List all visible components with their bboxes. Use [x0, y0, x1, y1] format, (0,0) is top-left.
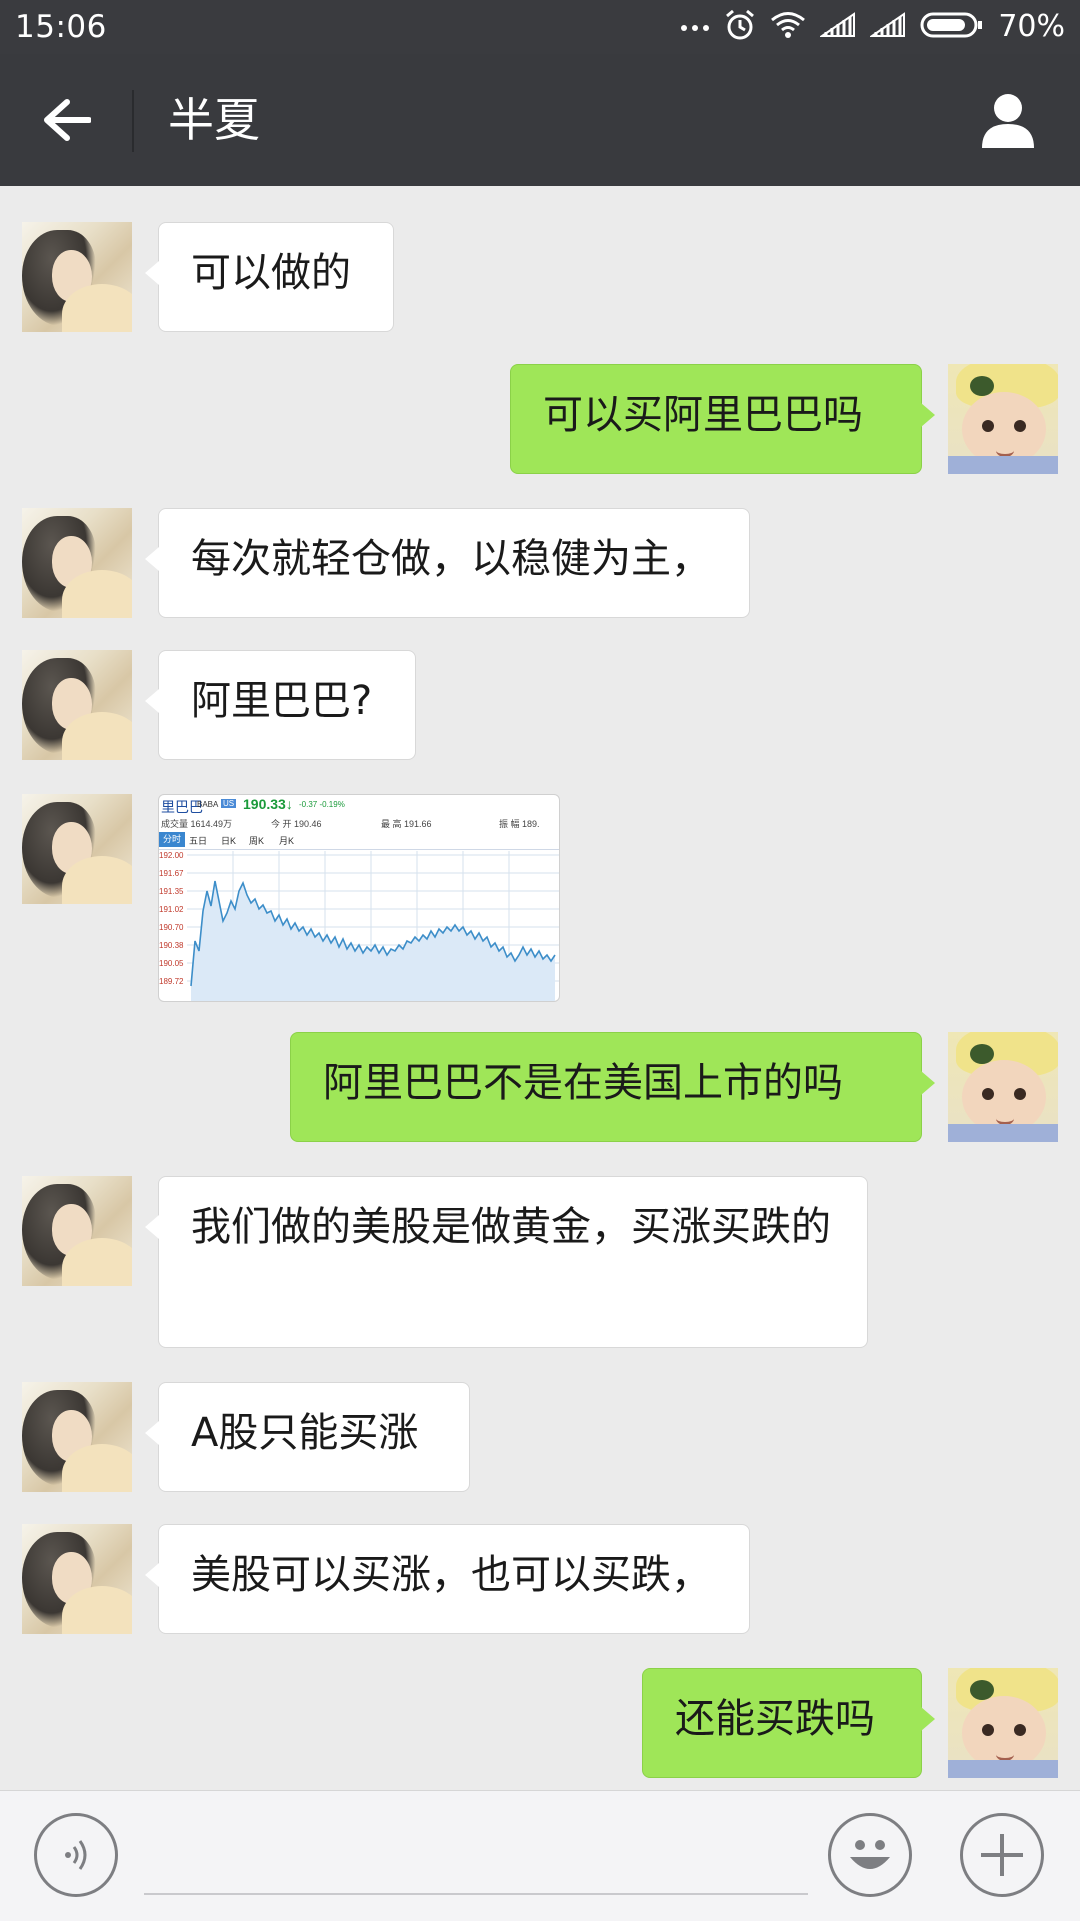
chat-messages[interactable]: 可以做的 可以买阿里巴巴吗 每次就轻仓做，以稳健为主， 阿里巴巴? 里巴巴 BA… — [0, 186, 1080, 1790]
stock-intraday-chart — [187, 851, 559, 1001]
message-bubble-incoming[interactable]: A股只能买涨 — [145, 1382, 470, 1492]
message-bubble-incoming[interactable]: 美股可以买涨，也可以买跌， — [145, 1524, 750, 1634]
message-bubble-outgoing[interactable]: 还能买跌吗 — [642, 1668, 935, 1778]
message-bubble-incoming[interactable]: 每次就轻仓做，以稳健为主， — [145, 508, 750, 618]
voice-icon — [65, 1840, 87, 1870]
stock-y-axis: 192.00 191.67 191.35 191.02 190.70 190.3… — [159, 851, 189, 1001]
contact-avatar[interactable] — [22, 508, 132, 618]
status-icons: 70% — [680, 0, 1065, 54]
signal-icon-2 — [869, 12, 906, 42]
message-bubble-outgoing[interactable]: 阿里巴巴不是在美国上市的吗 — [290, 1032, 935, 1142]
voice-button[interactable] — [34, 1813, 118, 1897]
battery-percent: 70% — [998, 9, 1065, 44]
profile-button[interactable] — [976, 88, 1040, 152]
emoji-button[interactable] — [828, 1813, 912, 1897]
stock-market-tag: US — [221, 799, 237, 808]
my-avatar[interactable] — [948, 1032, 1058, 1142]
stock-tabs: 分时 五日 日K 周K 月K — [159, 831, 559, 850]
alarm-icon — [724, 9, 756, 45]
message-bubble-incoming[interactable]: 我们做的美股是做黄金，买涨买跌的 — [145, 1176, 868, 1348]
y-tick: 191.35 — [159, 887, 184, 896]
stock-header: 里巴巴 BABA US 190.33↓ -0.37 -0.19% 成交量 161… — [159, 795, 559, 829]
message-bubble-outgoing[interactable]: 可以买阿里巴巴吗 — [510, 364, 935, 474]
y-tick: 190.05 — [159, 959, 184, 968]
back-arrow-icon — [44, 99, 91, 141]
my-avatar[interactable] — [948, 364, 1058, 474]
chat-header: 半夏 — [0, 54, 1080, 186]
back-button[interactable] — [28, 86, 106, 154]
message-input[interactable] — [144, 1831, 808, 1895]
stock-tab-monthly: 月K — [279, 836, 295, 846]
y-tick: 191.02 — [159, 905, 184, 914]
plus-icon — [981, 1834, 1023, 1876]
contact-avatar[interactable] — [22, 1382, 132, 1492]
status-bar: 15:06 70% — [0, 0, 1080, 54]
stock-open: 今 开 190.46 — [271, 819, 322, 829]
stock-tab-weekly: 周K — [249, 836, 265, 846]
stock-amplitude: 振 幅 189. — [499, 819, 540, 829]
input-bar — [0, 1790, 1080, 1921]
stock-price: 190.33↓ — [243, 796, 293, 812]
header-divider — [132, 90, 134, 152]
battery-icon — [920, 11, 984, 43]
stock-volume: 成交量 1614.49万 — [161, 819, 233, 829]
status-time: 15:06 — [15, 9, 107, 45]
down-arrow-icon: ↓ — [285, 796, 293, 812]
more-button[interactable] — [960, 1813, 1044, 1897]
y-tick: 189.72 — [159, 977, 184, 986]
stock-tab-intraday: 分时 — [159, 832, 186, 847]
stock-change: -0.37 -0.19% — [299, 800, 345, 809]
contact-avatar[interactable] — [22, 222, 132, 332]
stock-tab-daily: 日K — [221, 836, 237, 846]
more-dots-icon — [680, 18, 710, 37]
chat-title: 半夏 — [168, 93, 260, 147]
contact-avatar[interactable] — [22, 650, 132, 760]
wifi-icon — [770, 11, 806, 43]
y-tick: 190.38 — [159, 941, 184, 950]
signal-icon-1 — [819, 12, 856, 42]
stock-high: 最 高 191.66 — [381, 819, 432, 829]
stock-chart-image-message[interactable]: 里巴巴 BABA US 190.33↓ -0.37 -0.19% 成交量 161… — [158, 794, 560, 1002]
emoji-icon — [850, 1840, 890, 1869]
contact-avatar[interactable] — [22, 1176, 132, 1286]
stock-tab-5day: 五日 — [189, 836, 208, 846]
message-bubble-incoming[interactable]: 阿里巴巴? — [145, 650, 416, 760]
y-tick: 191.67 — [159, 869, 184, 878]
stock-code: BABA — [197, 800, 219, 809]
contact-avatar[interactable] — [22, 1524, 132, 1634]
y-tick: 190.70 — [159, 923, 184, 932]
my-avatar[interactable] — [948, 1668, 1058, 1778]
message-bubble-incoming[interactable]: 可以做的 — [145, 222, 394, 332]
contact-avatar[interactable] — [22, 794, 132, 904]
person-icon — [982, 94, 1034, 148]
y-tick: 192.00 — [159, 851, 184, 860]
